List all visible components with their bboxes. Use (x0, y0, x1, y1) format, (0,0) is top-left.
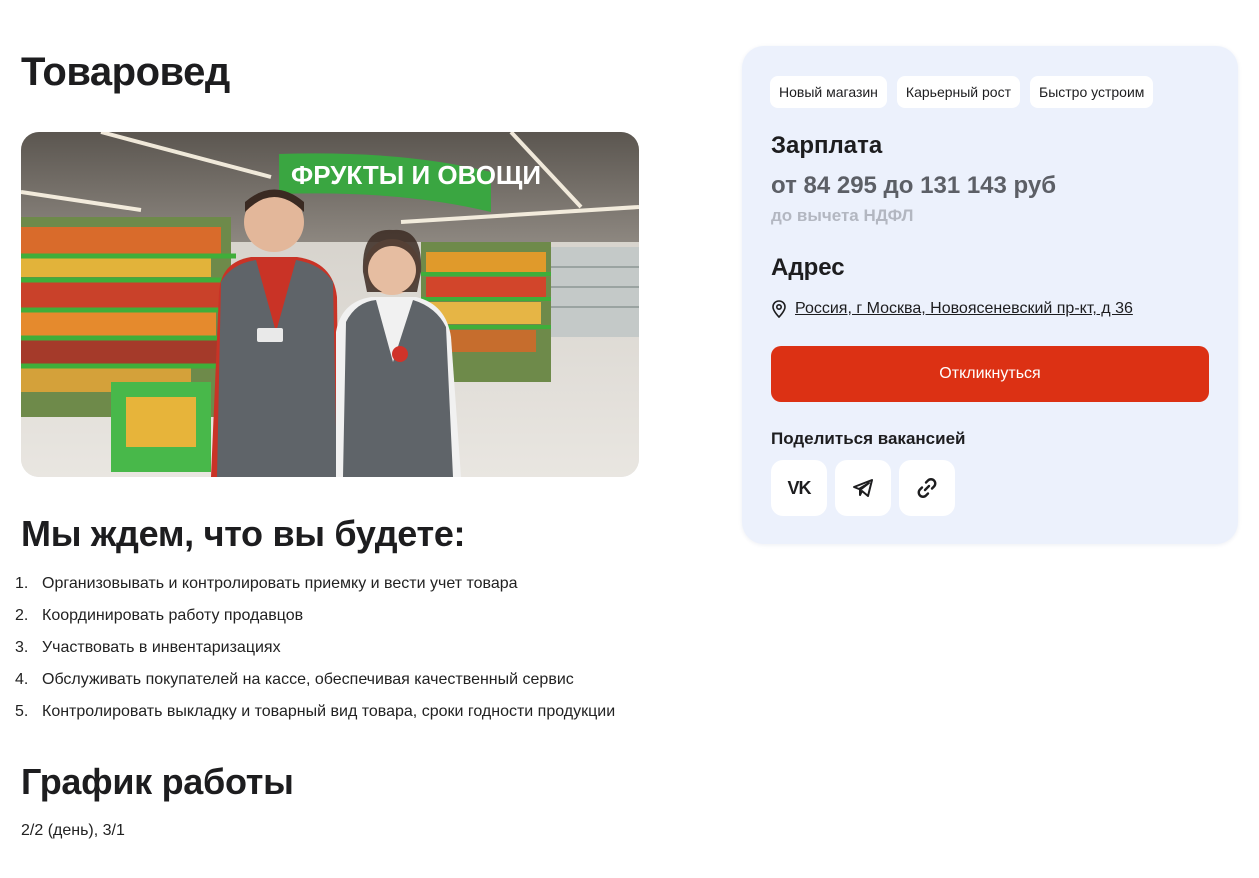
share-buttons: VK (771, 460, 955, 516)
salary-value: от 84 295 до 131 143 руб (771, 172, 1057, 199)
list-item: 2. Координировать работу продавцов (0, 603, 660, 635)
vacancy-summary-card: Новый магазин Карьерный рост Быстро устр… (742, 46, 1238, 544)
vk-icon: VK (787, 477, 811, 498)
duty-text: Участвовать в инвентаризациях (42, 639, 281, 656)
salary-title: Зарплата (771, 132, 883, 159)
tag-list: Новый магазин Карьерный рост Быстро устр… (770, 76, 1154, 108)
salary-note: до вычета НДФЛ (771, 206, 914, 225)
share-vk-button[interactable]: VK (771, 460, 827, 516)
duty-text: Организовывать и контролировать приемку … (42, 575, 518, 592)
store-photo: ФРУКТЫ И ОВОЩИ (21, 132, 639, 477)
share-title: Поделиться вакансией (771, 429, 966, 448)
duties-list: 1. Организовывать и контролировать приемк… (0, 571, 660, 731)
tag-career-growth: Карьерный рост (896, 76, 1021, 108)
list-item: 5. Контролировать выкладку и товарный вид… (0, 699, 660, 731)
duties-title: Мы ждем, что вы будете: (21, 513, 466, 554)
map-pin-icon (771, 300, 787, 319)
list-item: 4. Обслуживать покупателей на кассе, обес… (0, 667, 660, 699)
page-title: Товаровед (21, 50, 230, 94)
schedule-title: График работы (21, 761, 294, 802)
address-title: Адрес (771, 254, 845, 281)
address-row: Россия, г Москва, Новоясеневский пр-кт, … (771, 300, 1133, 319)
telegram-icon (853, 479, 873, 497)
share-telegram-button[interactable] (835, 460, 891, 516)
tag-quick-hire: Быстро устроим (1030, 76, 1154, 108)
store-sign-text: ФРУКТЫ И ОВОЩИ (291, 160, 541, 190)
link-icon (917, 478, 937, 498)
schedule-value: 2/2 (день), 3/1 (21, 822, 125, 839)
duty-text: Контролировать выкладку и товарный вид т… (42, 703, 616, 720)
list-item: 1. Организовывать и контролировать приемк… (0, 571, 660, 603)
tag-new-store: Новый магазин (770, 76, 887, 108)
address-link[interactable]: Россия, г Москва, Новоясеневский пр-кт, … (795, 300, 1133, 318)
apply-button[interactable]: Откликнуться (771, 346, 1209, 402)
share-copy-link-button[interactable] (899, 460, 955, 516)
duty-text: Координировать работу продавцов (42, 607, 304, 624)
list-item: 3. Участвовать в инвентаризациях (0, 635, 660, 667)
duty-text: Обслуживать покупателей на кассе, обеспе… (42, 671, 574, 688)
